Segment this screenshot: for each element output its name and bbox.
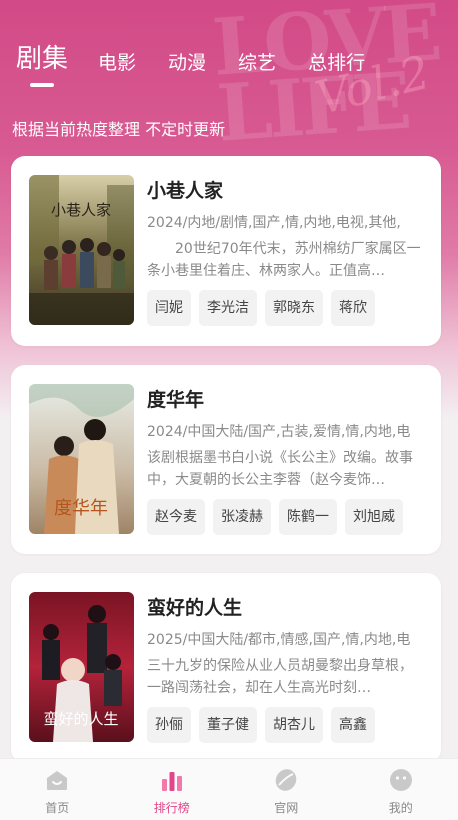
show-card[interactable]: 小巷人家 小巷人家 2024/内地/剧情,国产,情,内地,电视,其他, 20世纪… [11, 156, 441, 346]
nav-profile[interactable]: 我的 [344, 759, 458, 820]
actor-tag[interactable]: 高鑫 [331, 707, 375, 743]
ranking-icon [161, 772, 182, 791]
actor-tag[interactable]: 张凌赫 [213, 499, 271, 535]
actor-tag[interactable]: 郭晓东 [265, 290, 323, 326]
nav-label: 首页 [45, 801, 70, 815]
actor-tag[interactable]: 孙俪 [147, 707, 191, 743]
show-info: 蛮好的人生 2025/中国大陆/都市,情感,国产,情,内地,电 三十九岁的保险从… [147, 593, 422, 743]
tab-variety[interactable]: 综艺 [238, 48, 276, 87]
show-meta: 2024/中国大陆/国产,古装,爱情,情,内地,电 [147, 424, 411, 440]
home-icon [47, 771, 68, 790]
show-title[interactable]: 度华年 [147, 385, 422, 411]
actor-tag[interactable]: 闫妮 [147, 290, 191, 326]
actor-tag[interactable]: 刘旭威 [345, 499, 403, 535]
show-card[interactable]: 蛮好的人生 蛮好的人生 2025/中国大陆/都市,情感,国产,情,内地,电 三十… [11, 573, 441, 763]
actor-tag[interactable]: 蒋欣 [331, 290, 375, 326]
actor-list: 闫妮 李光洁 郭晓东 蒋欣 [147, 290, 422, 326]
show-meta: 2025/中国大陆/都市,情感,国产,情,内地,电 [147, 632, 411, 648]
tab-movies[interactable]: 电影 [98, 48, 136, 87]
show-poster[interactable]: 度华年 [29, 384, 134, 534]
show-title[interactable]: 小巷人家 [147, 176, 422, 202]
show-meta: 2024/内地/剧情,国产,情,内地,电视,其他, [147, 215, 401, 231]
category-tabs: 剧集 电影 动漫 综艺 总排行 [16, 38, 397, 87]
tab-overall-ranking[interactable]: 总排行 [308, 48, 365, 87]
show-info: 度华年 2024/中国大陆/国产,古装,爱情,情,内地,电 该剧根据墨书白小说《… [147, 385, 422, 535]
show-description: 20世纪70年代末，苏州棉纺厂家属区一条小巷里住着庄、林两家人。正值高… [147, 241, 421, 279]
show-list: 小巷人家 小巷人家 2024/内地/剧情,国产,情,内地,电视,其他, 20世纪… [11, 156, 441, 782]
actor-tag[interactable]: 董子健 [199, 707, 257, 743]
show-description: 三十九岁的保险从业人员胡曼黎出身草根，一路闯荡社会，却在人生高光时刻… [147, 658, 413, 696]
actor-tag[interactable]: 李光洁 [199, 290, 257, 326]
actor-list: 赵今麦 张凌赫 陈鹤一 刘旭威 [147, 499, 422, 535]
bottom-nav: 首页 排行榜 官网 我的 [0, 758, 458, 820]
show-poster[interactable]: 蛮好的人生 [29, 592, 134, 742]
website-icon [275, 769, 297, 791]
nav-label: 排行榜 [153, 801, 190, 815]
actor-tag[interactable]: 陈鹤一 [279, 499, 337, 535]
show-info: 小巷人家 2024/内地/剧情,国产,情,内地,电视,其他, 20世纪70年代末… [147, 176, 422, 326]
show-poster[interactable]: 小巷人家 [29, 175, 134, 325]
actor-tag[interactable]: 胡杏儿 [265, 707, 323, 743]
nav-home[interactable]: 首页 [0, 759, 115, 820]
nav-website[interactable]: 官网 [229, 759, 344, 820]
tab-anime[interactable]: 动漫 [168, 48, 206, 87]
nav-label: 官网 [274, 801, 299, 815]
actor-tag[interactable]: 赵今麦 [147, 499, 205, 535]
show-title[interactable]: 蛮好的人生 [147, 593, 422, 619]
profile-icon [389, 769, 412, 791]
actor-list: 孙俪 董子健 胡杏儿 高鑫 [147, 707, 422, 743]
nav-ranking[interactable]: 排行榜 [115, 759, 230, 820]
tab-series[interactable]: 剧集 [16, 38, 68, 87]
show-card[interactable]: 度华年 度华年 2024/中国大陆/国产,古装,爱情,情,内地,电 该剧根据墨书… [11, 365, 441, 554]
svg-text:度华年: 度华年 [54, 498, 108, 519]
show-description: 该剧根据墨书白小说《长公主》改编。故事中，大夏朝的长公主李蓉（赵今麦饰… [147, 450, 413, 488]
ranking-subtitle: 根据当前热度整理 不定时更新 [12, 120, 226, 139]
svg-text:蛮好的人生: 蛮好的人生 [43, 710, 118, 728]
svg-text:小巷人家: 小巷人家 [51, 201, 111, 219]
nav-label: 我的 [388, 801, 413, 815]
